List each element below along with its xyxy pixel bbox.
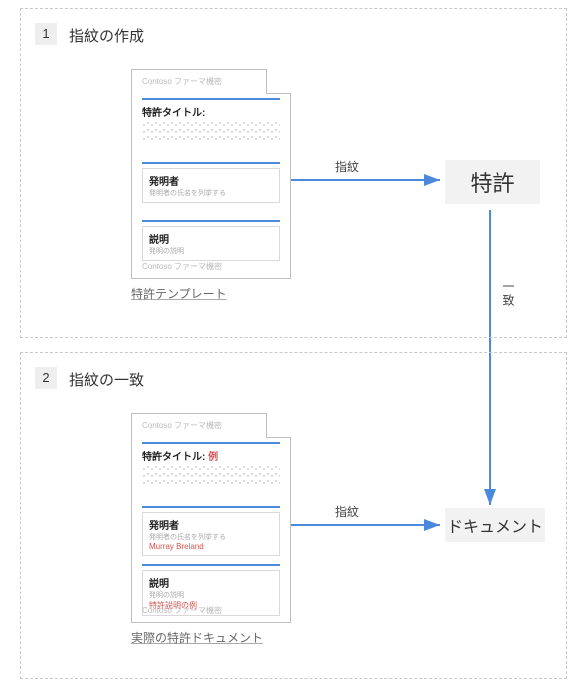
- section-label: 発明者: [149, 173, 273, 188]
- doc-section-description: 説明 発明の説明: [142, 220, 280, 261]
- section-label: 説明: [149, 575, 273, 590]
- arrow-label-fingerprint-2: 指紋: [335, 503, 359, 520]
- doc-footer: Contoso ファーマ機密: [142, 605, 222, 616]
- section-value: 例: [208, 452, 218, 463]
- page-fold-icon: [266, 413, 291, 438]
- section-label: 説明: [149, 231, 273, 246]
- step1-document: Contoso ファーマ機密 特許タイトル: 発明者 発明者の氏名を列挙する 説…: [131, 69, 291, 279]
- section-sublabel: 発明の説明: [149, 246, 273, 256]
- section-value: Murray Breland: [149, 542, 273, 551]
- step2-caption: 実際の特許ドキュメント: [131, 629, 263, 646]
- section-sublabel: 発明の説明: [149, 590, 273, 600]
- page-fold-icon: [266, 69, 291, 94]
- doc-section-title: 特許タイトル: 例: [142, 442, 280, 484]
- step2-title: 指紋の一致: [69, 369, 144, 390]
- arrow-label-match: 一致: [500, 280, 517, 308]
- doc-section-title: 特許タイトル:: [142, 98, 280, 140]
- section-sublabel: 発明者の氏名を列挙する: [149, 532, 273, 542]
- doc-header: Contoso ファーマ機密: [142, 420, 222, 431]
- doc-header: Contoso ファーマ機密: [142, 76, 222, 87]
- step2-document: Contoso ファーマ機密 特許タイトル: 例 発明者 発明者の氏名を列挙する…: [131, 413, 291, 623]
- step1-number: 1: [35, 23, 57, 45]
- section-label-text: 特許タイトル:: [142, 452, 205, 463]
- doc-footer: Contoso ファーマ機密: [142, 261, 222, 272]
- section-sublabel: 発明者の氏名を列挙する: [149, 188, 273, 198]
- step2-number: 2: [35, 367, 57, 389]
- arrow-label-fingerprint-1: 指紋: [335, 158, 359, 175]
- step1-caption: 特許テンプレート: [131, 285, 227, 302]
- step1-title: 指紋の作成: [69, 25, 144, 46]
- section-label: 特許タイトル: 例: [142, 448, 280, 463]
- section-label: 発明者: [149, 517, 273, 532]
- diagram-canvas: 1 指紋の作成 Contoso ファーマ機密 特許タイトル: 発明者 発明者の氏…: [0, 0, 587, 687]
- node-document: ドキュメント: [445, 508, 545, 542]
- node-patent: 特許: [445, 160, 540, 204]
- doc-section-inventor: 発明者 発明者の氏名を列挙する Murray Breland: [142, 506, 280, 556]
- section-label: 特許タイトル:: [142, 104, 280, 119]
- doc-section-inventor: 発明者 発明者の氏名を列挙する: [142, 162, 280, 203]
